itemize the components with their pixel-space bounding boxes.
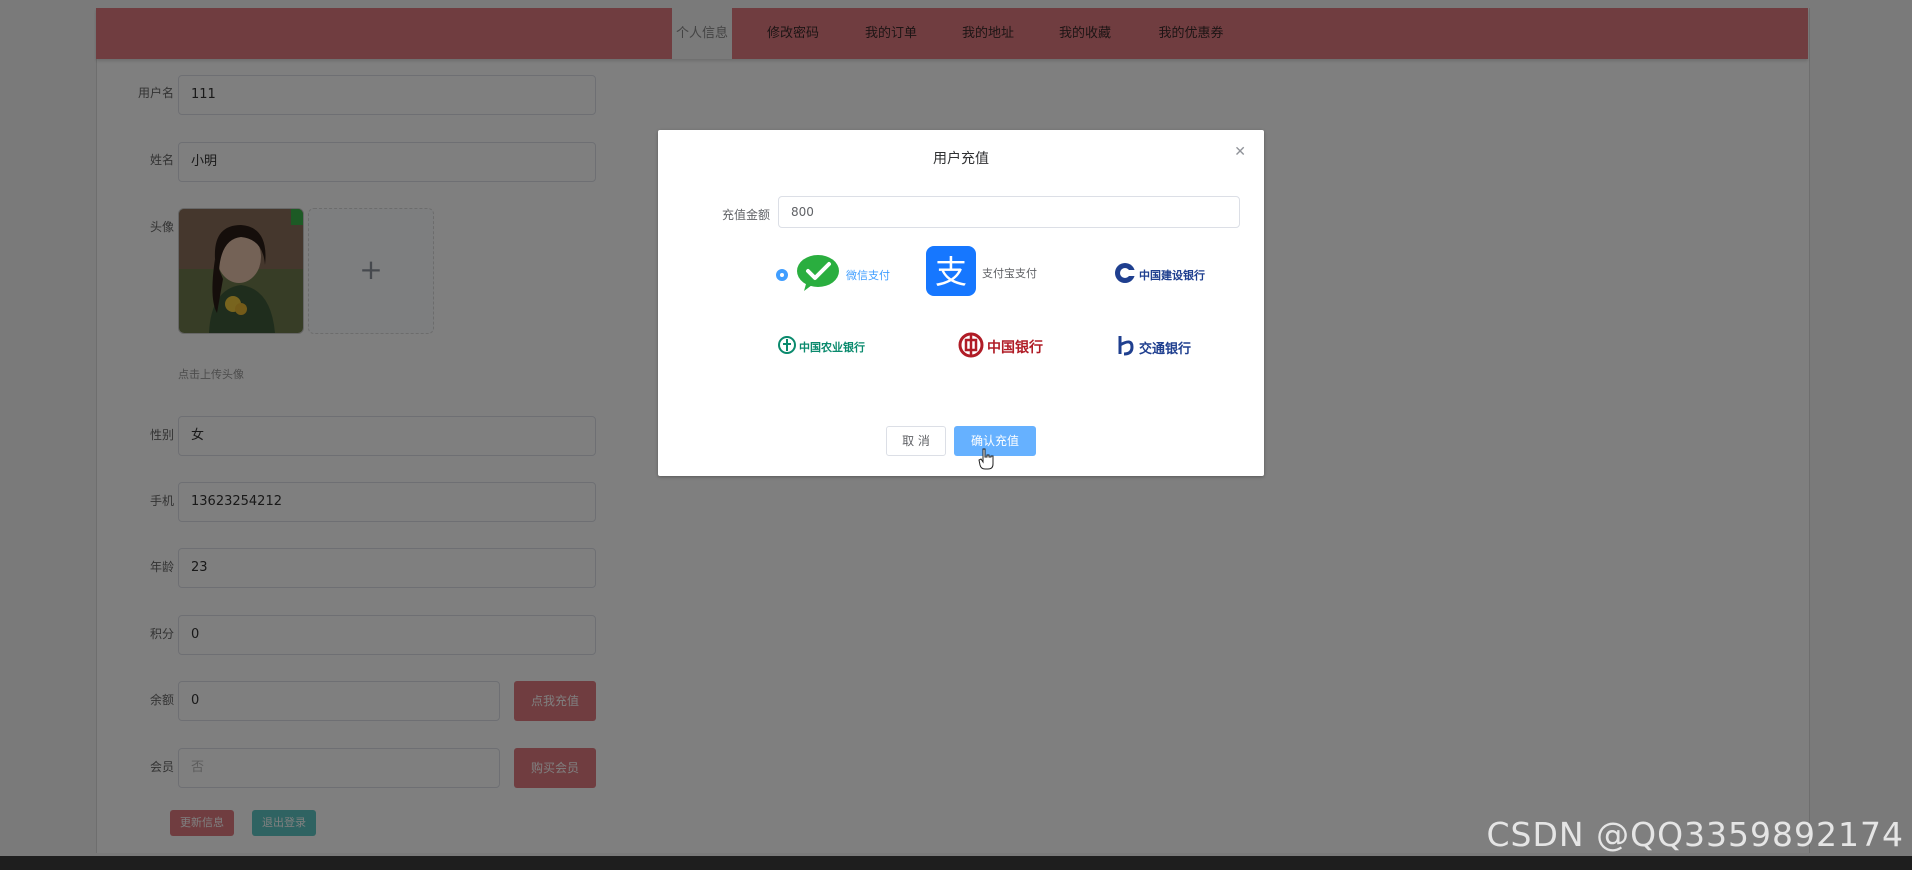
svg-text:支: 支 bbox=[935, 253, 967, 291]
abc-logo-icon bbox=[778, 336, 796, 358]
wechat-pay-label: 微信支付 bbox=[846, 269, 890, 282]
hand-cursor-icon bbox=[978, 448, 996, 474]
payment-option-ccb[interactable]: 中国建设银行 bbox=[1114, 250, 1205, 300]
boc-logo-icon bbox=[958, 332, 984, 362]
amount-input[interactable]: 800 bbox=[778, 196, 1240, 228]
payment-option-abc[interactable]: 中国农业银行 bbox=[778, 322, 865, 372]
dialog-title: 用户充值 bbox=[933, 151, 989, 167]
wechat-pay-icon bbox=[796, 254, 840, 296]
alipay-label: 支付宝支付 bbox=[982, 267, 1037, 280]
ccb-label: 中国建设银行 bbox=[1139, 269, 1205, 282]
payment-option-wechat[interactable]: 微信支付 bbox=[776, 250, 890, 300]
close-icon[interactable]: ✕ bbox=[1234, 144, 1246, 160]
ccb-logo-icon bbox=[1114, 262, 1136, 288]
bocom-logo-icon bbox=[1116, 334, 1136, 360]
recharge-dialog: 用户充值 ✕ 充值金额 800 微信支付 支 支付宝支付 中国建设银行 中国农业… bbox=[658, 130, 1264, 476]
abc-label: 中国农业银行 bbox=[799, 341, 865, 354]
alipay-icon: 支 bbox=[926, 246, 976, 300]
payment-option-boc[interactable]: 中国银行 bbox=[958, 322, 1043, 372]
bottom-bar bbox=[0, 856, 1912, 870]
radio-wechat[interactable] bbox=[776, 269, 788, 281]
payment-option-bocom[interactable]: 交通银行 bbox=[1116, 322, 1191, 372]
payment-option-alipay[interactable]: 支 支付宝支付 bbox=[926, 246, 1037, 300]
cancel-button[interactable]: 取 消 bbox=[886, 426, 946, 456]
amount-label: 充值金额 bbox=[721, 208, 770, 222]
bocom-label: 交通银行 bbox=[1139, 341, 1192, 357]
watermark: CSDN @QQ3359892174 bbox=[1486, 815, 1904, 854]
boc-label: 中国银行 bbox=[987, 340, 1043, 356]
